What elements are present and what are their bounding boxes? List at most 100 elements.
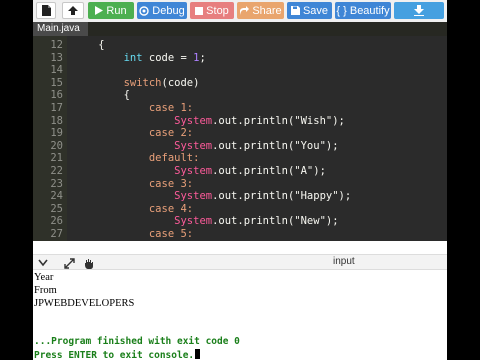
file-icon [41,5,51,16]
code-token: .out.println( [212,190,295,203]
console-output[interactable]: Year From JPWEBDEVELOPERS ...Program fin… [33,270,447,360]
code-line: 14 [33,64,447,77]
line-number: 18 [50,114,63,127]
code-token: ); [325,139,339,152]
code-token: ); [313,165,326,177]
toolbar: Run Debug Stop Share Save {} Beautify [33,0,447,22]
exit-prompt-line: Press ENTER to exit console. [34,349,201,360]
download-icon [414,5,424,16]
code-token: ); [325,215,339,228]
stop-square-icon [195,6,204,15]
code-token: System [174,165,213,177]
code-line: 13 int code = 1; [33,52,447,65]
code-token: code = [142,51,194,64]
stop-icon[interactable] [83,257,95,269]
stop-button[interactable]: Stop [190,2,234,19]
code-text: switch(code) [73,76,200,90]
expand-icon[interactable] [63,257,75,269]
beautify-button[interactable]: { } Beautify [335,2,391,19]
code-line: 12 { [33,39,447,52]
code-token: switch [123,76,162,89]
line-number: 19 [50,127,63,140]
code-text: case 5: [73,228,193,241]
line-number: 23 [50,177,63,190]
code-token: { [73,39,105,51]
share-icon [239,5,250,16]
debug-button[interactable]: Debug [137,2,187,19]
code-token: System [174,114,213,127]
share-button[interactable]: Share [237,2,284,19]
beautify-label: { } Beautify [336,4,390,17]
line-number: 24 [50,190,63,203]
code-line: 25 case 4: [33,203,447,216]
code-line: 24 System.out.println("Happy"); [33,190,447,203]
code-editor[interactable]: 12 {13 int code = 1; 14 15 switch(code) 16 … [33,36,447,241]
line-number: 22 [50,165,63,177]
code-line: 22 System.out.println("A"); [33,165,447,178]
line-number: 27 [50,228,63,240]
code-token: ; [199,51,206,64]
code-text: case 2: [73,127,193,140]
line-number: 26 [50,215,63,228]
code-line: 26 System.out.println("New"); [33,215,447,228]
code-line: 15 switch(code) [33,77,447,90]
code-line: 19 case 2: [33,127,447,140]
code-text: { [73,39,105,52]
code-text: case 3: [73,178,193,191]
save-button[interactable]: Save [287,2,332,19]
save-icon [290,6,300,15]
code-line: 17 case 1: [33,102,447,115]
code-text: int code = 1; [73,52,206,65]
line-number: 12 [50,39,63,51]
code-text: System.out.println("New"); [73,215,339,228]
console-header: input [33,254,447,270]
code-line: 21 default: [33,152,447,165]
output-line: Year [34,272,54,283]
upload-icon [67,5,79,16]
upload-button[interactable] [62,2,84,19]
code-text: System.out.println("Happy"); [73,190,351,203]
editor-tab-bar: Main.java [33,22,447,36]
stop-label: Stop [206,4,229,17]
code-token: System [174,190,213,203]
code-line: 18 System.out.println("Wish"); [33,115,447,128]
input-label[interactable]: input [333,256,355,267]
code-token: .out.println( [212,165,295,177]
line-number: 14 [50,64,63,77]
code-token: .out.println( [212,215,295,228]
code-token: "A" [294,165,314,177]
code-token: case 3: [148,177,194,190]
play-icon [95,6,104,15]
line-number: 16 [50,89,63,102]
code-text: System.out.println("You"); [73,139,339,153]
download-button[interactable] [394,2,444,19]
code-token: int [123,51,143,64]
line-number: 20 [50,139,63,152]
code-token: ); [332,114,345,127]
run-button[interactable]: Run [88,2,134,19]
code-token: case 1: [148,102,194,114]
code-token: .out.println( [212,114,295,127]
new-file-button[interactable] [36,2,56,19]
output-line: From [34,285,57,296]
run-label: Run [106,4,127,17]
code-text: case 4: [73,203,193,216]
online-ide: Run Debug Stop Share Save {} Beautify M… [33,0,447,360]
chevron-down-icon[interactable] [37,257,49,269]
code-token: System [174,215,213,228]
line-number: 25 [50,202,63,215]
tab-main-java[interactable]: Main.java [33,22,88,36]
code-token: .out.println( [212,139,295,152]
